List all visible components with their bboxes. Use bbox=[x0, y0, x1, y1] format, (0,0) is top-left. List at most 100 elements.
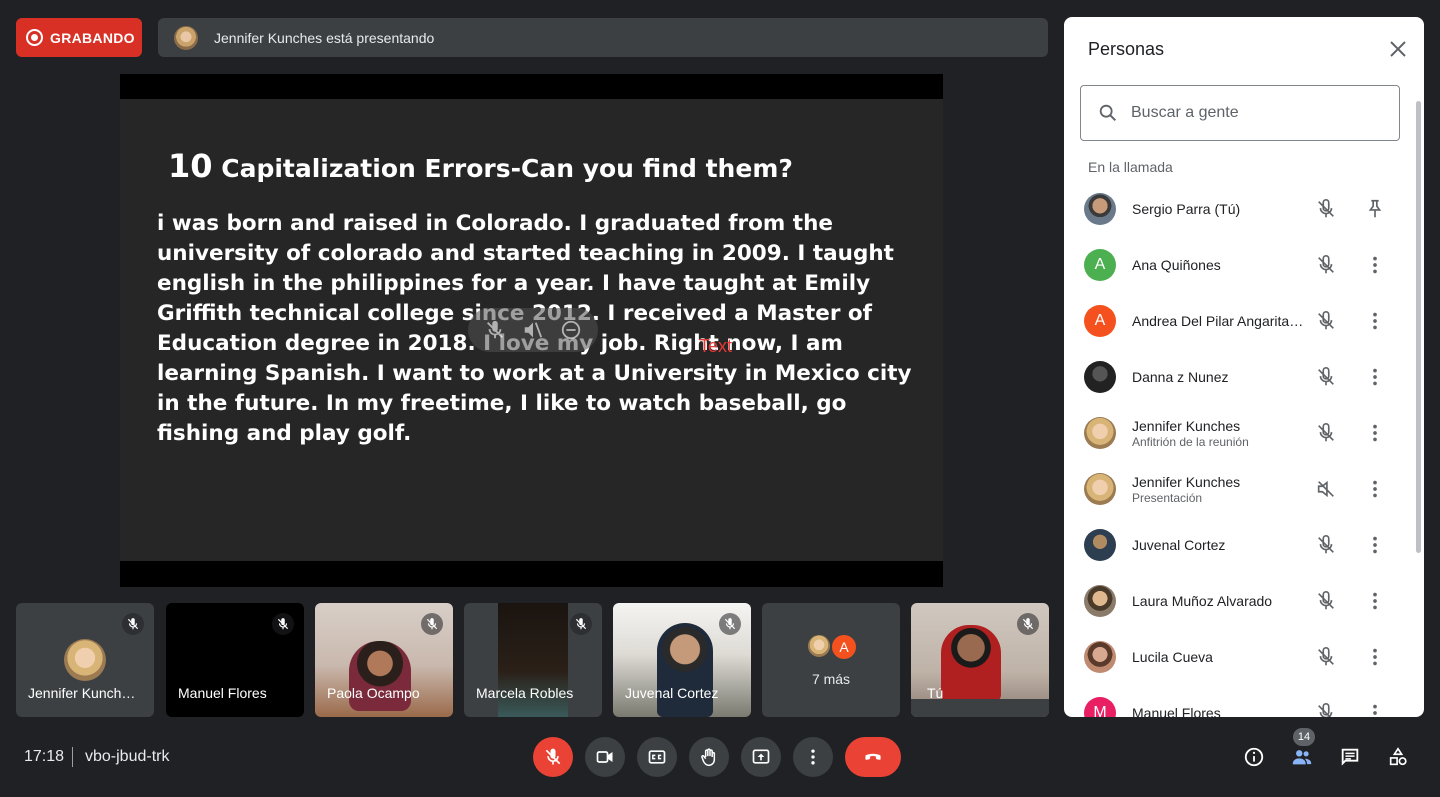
mic-off-icon bbox=[1318, 255, 1334, 274]
closed-captions-icon bbox=[648, 750, 666, 764]
avatar bbox=[1084, 361, 1116, 393]
mic-off-icon[interactable] bbox=[484, 319, 506, 341]
call-end-icon bbox=[865, 753, 881, 760]
mic-toggle-button[interactable] bbox=[533, 737, 573, 777]
mic-off-icon bbox=[421, 613, 443, 635]
list-item[interactable]: Lucila Cueva bbox=[1064, 629, 1410, 685]
person-name: Jennifer Kunches bbox=[1132, 417, 1241, 434]
raise-hand-button[interactable] bbox=[689, 737, 729, 777]
more-vert-icon[interactable] bbox=[1364, 534, 1386, 556]
mic-off-icon bbox=[1318, 535, 1334, 554]
person-role: Anfitrión de la reunión bbox=[1132, 434, 1249, 449]
mic-off-icon bbox=[719, 613, 741, 635]
participant-tile[interactable]: Juvenal Cortez bbox=[613, 603, 751, 717]
list-item[interactable]: Juvenal Cortez bbox=[1064, 517, 1410, 573]
avatar bbox=[1084, 473, 1116, 505]
mic-off-icon bbox=[1318, 423, 1334, 442]
person-name: Juvenal Cortez bbox=[1132, 537, 1226, 553]
tile-name: Marcela Robles bbox=[476, 685, 574, 701]
more-vert-icon[interactable] bbox=[1364, 254, 1386, 276]
clock: 17:18 bbox=[24, 748, 65, 765]
meeting-details-button[interactable] bbox=[1234, 737, 1274, 777]
more-participants-label: 7 más bbox=[811, 671, 851, 687]
presenting-text: Jennifer Kunches está presentando bbox=[214, 29, 435, 46]
more-options-button[interactable] bbox=[793, 737, 833, 777]
overlay-text: Text bbox=[699, 336, 733, 356]
list-item[interactable]: Danna z Nunez bbox=[1064, 349, 1410, 405]
volume-off-icon[interactable] bbox=[522, 319, 544, 341]
volume-off-icon bbox=[1317, 480, 1334, 498]
leave-call-button[interactable] bbox=[845, 737, 901, 777]
present-screen-button[interactable] bbox=[741, 737, 781, 777]
more-vert-icon[interactable] bbox=[1364, 646, 1386, 668]
participants-count-badge: 14 bbox=[1293, 728, 1315, 746]
more-vert-icon[interactable] bbox=[1364, 422, 1386, 444]
more-vert-icon[interactable] bbox=[1364, 478, 1386, 500]
people-list: Sergio Parra (Tú) A Ana Quiñones A Andre… bbox=[1064, 181, 1410, 717]
tile-name: Juvenal Cortez bbox=[625, 685, 719, 701]
more-vert-icon[interactable] bbox=[1364, 366, 1386, 388]
participant-tile[interactable]: Paola Ocampo bbox=[315, 603, 453, 717]
panel-title: Personas bbox=[1088, 39, 1165, 59]
slide-title: 10 Capitalization Errors-Can you find th… bbox=[168, 147, 793, 185]
participant-tile[interactable]: Manuel Flores bbox=[166, 603, 304, 717]
mic-off-icon bbox=[1318, 367, 1334, 386]
search-input[interactable]: Buscar a gente bbox=[1080, 85, 1400, 141]
search-icon bbox=[1099, 104, 1117, 122]
mic-off-icon bbox=[570, 613, 592, 635]
participant-tile[interactable]: Jennifer Kunch… bbox=[16, 603, 154, 717]
presenting-banner: Jennifer Kunches está presentando bbox=[158, 18, 1048, 57]
person-name: Sergio Parra (Tú) bbox=[1132, 201, 1241, 217]
presenter-overlay-controls[interactable] bbox=[468, 308, 598, 352]
list-item[interactable]: A Ana Quiñones bbox=[1064, 237, 1410, 293]
more-vert-icon[interactable] bbox=[1364, 310, 1386, 332]
tile-name: Manuel Flores bbox=[178, 685, 267, 701]
remove-icon[interactable] bbox=[560, 319, 582, 341]
activities-button[interactable] bbox=[1378, 737, 1418, 777]
mic-off-icon bbox=[122, 613, 144, 635]
person-name: Danna z Nunez bbox=[1132, 369, 1229, 385]
participant-tile[interactable]: Marcela Robles bbox=[464, 603, 602, 717]
scrollbar[interactable] bbox=[1416, 101, 1421, 553]
search-placeholder: Buscar a gente bbox=[1131, 104, 1239, 121]
person-name: Jennifer Kunches bbox=[1132, 473, 1241, 490]
more-vert-icon[interactable] bbox=[1364, 702, 1386, 717]
people-panel: Personas Buscar a gente En la llamada Se… bbox=[1064, 17, 1424, 717]
recording-indicator[interactable]: GRABANDO bbox=[16, 18, 142, 57]
present-to-all-icon bbox=[752, 749, 770, 764]
person-name: Ana Quiñones bbox=[1132, 257, 1221, 273]
avatar: A bbox=[1084, 305, 1116, 337]
tile-name: Paola Ocampo bbox=[327, 685, 420, 701]
participant-tile-more[interactable]: A 7 más bbox=[762, 603, 900, 717]
person-name: Andrea Del Pilar Angarita … bbox=[1132, 313, 1304, 329]
avatar bbox=[1084, 529, 1116, 561]
close-icon[interactable] bbox=[1386, 37, 1410, 61]
list-item[interactable]: A Andrea Del Pilar Angarita … bbox=[1064, 293, 1410, 349]
chat-button[interactable] bbox=[1330, 737, 1370, 777]
participant-tile[interactable]: Tú bbox=[911, 603, 1049, 717]
list-item[interactable]: Jennifer Kunches Anfitrión de la reunión bbox=[1064, 405, 1410, 461]
avatar bbox=[1084, 641, 1116, 673]
person-name: Laura Muñoz Alvarado bbox=[1132, 593, 1273, 609]
more-vert-icon bbox=[811, 749, 815, 765]
list-item[interactable]: M Manuel Flores bbox=[1064, 685, 1410, 717]
mic-off-icon bbox=[1318, 311, 1334, 330]
info-icon bbox=[1244, 747, 1264, 767]
tile-footer bbox=[911, 699, 1049, 717]
avatar bbox=[806, 633, 832, 659]
tile-name: Jennifer Kunch… bbox=[28, 685, 136, 701]
video-camera-icon bbox=[596, 751, 613, 763]
list-item[interactable]: Sergio Parra (Tú) bbox=[1064, 181, 1410, 237]
hand-icon bbox=[701, 748, 716, 767]
more-vert-icon[interactable] bbox=[1364, 590, 1386, 612]
captions-button[interactable] bbox=[637, 737, 677, 777]
pin-icon[interactable] bbox=[1364, 198, 1386, 220]
mic-off-icon bbox=[1318, 703, 1333, 717]
list-item[interactable]: Laura Muñoz Alvarado bbox=[1064, 573, 1410, 629]
camera-toggle-button[interactable] bbox=[585, 737, 625, 777]
avatar: M bbox=[1084, 697, 1116, 717]
mic-off-icon bbox=[1017, 613, 1039, 635]
avatar bbox=[1084, 585, 1116, 617]
list-item[interactable]: Jennifer Kunches Presentación bbox=[1064, 461, 1410, 517]
person-name: Manuel Flores bbox=[1132, 705, 1221, 717]
